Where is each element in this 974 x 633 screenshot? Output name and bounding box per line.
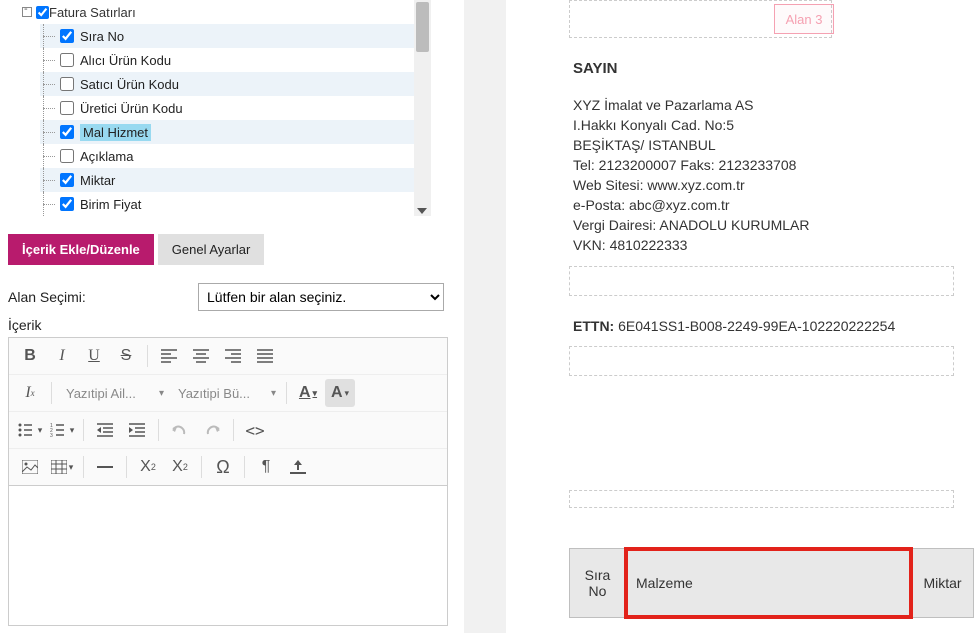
clear-format-button[interactable]: Ix [15,379,45,407]
hr-button[interactable] [90,453,120,481]
indent-button[interactable] [122,416,152,444]
alan3-placeholder[interactable]: Alan 3 [774,4,834,34]
dashed-placeholder-3 [569,346,954,376]
tree-item-sira-no[interactable]: Sıra No [40,24,431,48]
th-sira-no: Sıra No [570,549,626,618]
alan-secimi-label: Alan Seçimi: [8,289,198,305]
checkbox-satici[interactable] [60,77,74,91]
th-malzeme[interactable]: Malzeme [626,549,912,618]
strike-button[interactable]: S [111,342,141,370]
underline-button[interactable]: U [79,342,109,370]
checkbox-miktar[interactable] [60,173,74,187]
align-center-button[interactable] [186,342,216,370]
scroll-thumb[interactable] [416,2,429,52]
special-char-button[interactable]: Ω [208,453,238,481]
tree-item-alici[interactable]: Alıcı Ürün Kodu [40,48,431,72]
tree-item-miktar[interactable]: Miktar [40,168,431,192]
align-justify-button[interactable] [250,342,280,370]
outdent-button[interactable] [90,416,120,444]
dashed-placeholder-4 [569,490,954,508]
editor-textarea[interactable] [8,486,448,626]
ettn-label: ETTN: [573,318,614,334]
alan-secimi-row: Alan Seçimi: Lütfen bir alan seçiniz. [8,283,455,311]
eposta: e-Posta: abc@xyz.com.tr [573,195,934,215]
alan-secimi-select[interactable]: Lütfen bir alan seçiniz. [198,283,444,311]
checkbox-birim-fiyat[interactable] [60,197,74,211]
image-button[interactable] [15,453,45,481]
checkbox-sira-no[interactable] [60,29,74,43]
left-panel: Fatura Satırları Sıra No Alıcı Ürün Kodu… [0,0,455,633]
web-site: Web Sitesi: www.xyz.com.tr [573,175,934,195]
tree-item-satici[interactable]: Satıcı Ürün Kodu [40,72,431,96]
upload-button[interactable] [283,453,313,481]
tab-genel-ayarlar[interactable]: Genel Ayarlar [158,234,265,265]
checkbox-mal-hizmet[interactable] [60,125,74,139]
bold-button[interactable]: B [15,342,45,370]
checkbox-alici[interactable] [60,53,74,67]
tree-item-mal-hizmet[interactable]: Mal Hizmet [40,120,431,144]
divider-bar [464,0,506,633]
undo-button[interactable] [165,416,195,444]
subscript-button[interactable]: X2 [133,453,163,481]
tree-item-uretici[interactable]: Üretici Ürün Kodu [40,96,431,120]
table-button[interactable]: ▾ [47,453,77,481]
superscript-button[interactable]: X2 [165,453,195,481]
source-button[interactable]: <> [240,416,270,444]
tree-parent-label: Fatura Satırları [49,5,136,20]
font-family-dropdown[interactable]: Yazıtipi Ail...▾ [58,379,168,407]
caret-down-icon: ▾ [271,388,276,399]
tree-scrollbar[interactable] [414,0,431,216]
ettn-value: 6E041SS1-B008-2249-99EA-102220222254 [618,318,895,334]
editor-toolbar: B I U S Ix Yazıtipi Ail...▾ Yazıtipi Bü.… [8,337,448,486]
tree-children: Sıra No Alıcı Ürün Kodu Satıcı Ürün Kodu… [6,24,431,216]
company-name: XYZ İmalat ve Pazarlama AS [573,95,934,115]
tree-item-birim-fiyat[interactable]: Birim Fiyat [40,192,431,216]
number-list-button[interactable]: 123▾ [47,416,77,444]
preview-panel: Alan 3 SAYIN XYZ İmalat ve Pazarlama AS … [525,0,974,633]
tel-faks: Tel: 2123200007 Faks: 2123233708 [573,155,934,175]
tree-parent-checkbox[interactable] [36,6,49,19]
caret-down-icon: ▾ [159,388,164,399]
vergi-dairesi: Vergi Dairesi: ANADOLU KURUMLAR [573,215,934,235]
checkbox-uretici[interactable] [60,101,74,115]
redo-button[interactable] [197,416,227,444]
paragraph-button[interactable]: ¶ [251,453,281,481]
tree-parent-fatura[interactable]: Fatura Satırları [6,0,431,24]
text-color-button[interactable]: A▾ [293,379,323,407]
ettn-row: ETTN: 6E041SS1-B008-2249-99EA-1022202222… [573,318,895,334]
icerik-label: İçerik [8,317,455,333]
address-line-2: BEŞİKTAŞ/ ISTANBUL [573,135,934,155]
address-line-1: I.Hakkı Konyalı Cad. No:5 [573,115,934,135]
recipient-block: SAYIN XYZ İmalat ve Pazarlama AS I.Hakkı… [573,60,934,255]
th-miktar: Miktar [912,549,974,618]
italic-button[interactable]: I [47,342,77,370]
dashed-placeholder-2 [569,266,954,296]
align-left-button[interactable] [154,342,184,370]
invoice-table: Sıra No Malzeme Miktar [569,548,974,618]
font-size-dropdown[interactable]: Yazıtipi Bü...▾ [170,379,280,407]
svg-text:3: 3 [50,433,53,437]
checkbox-aciklama[interactable] [60,149,74,163]
vkn: VKN: 4810222333 [573,235,934,255]
sayin-title: SAYIN [573,60,934,77]
bullet-list-button[interactable]: ▾ [15,416,45,444]
tree-item-aciklama[interactable]: Açıklama [40,144,431,168]
bg-color-button[interactable]: A▾ [325,379,355,407]
align-right-button[interactable] [218,342,248,370]
tree-container: Fatura Satırları Sıra No Alıcı Ürün Kodu… [0,0,431,216]
tab-icerik-ekle[interactable]: İçerik Ekle/Düzenle [8,234,154,265]
tree-toggle-icon[interactable] [22,7,32,17]
scroll-down-icon[interactable] [417,208,427,214]
tabs: İçerik Ekle/Düzenle Genel Ayarlar [8,234,455,265]
